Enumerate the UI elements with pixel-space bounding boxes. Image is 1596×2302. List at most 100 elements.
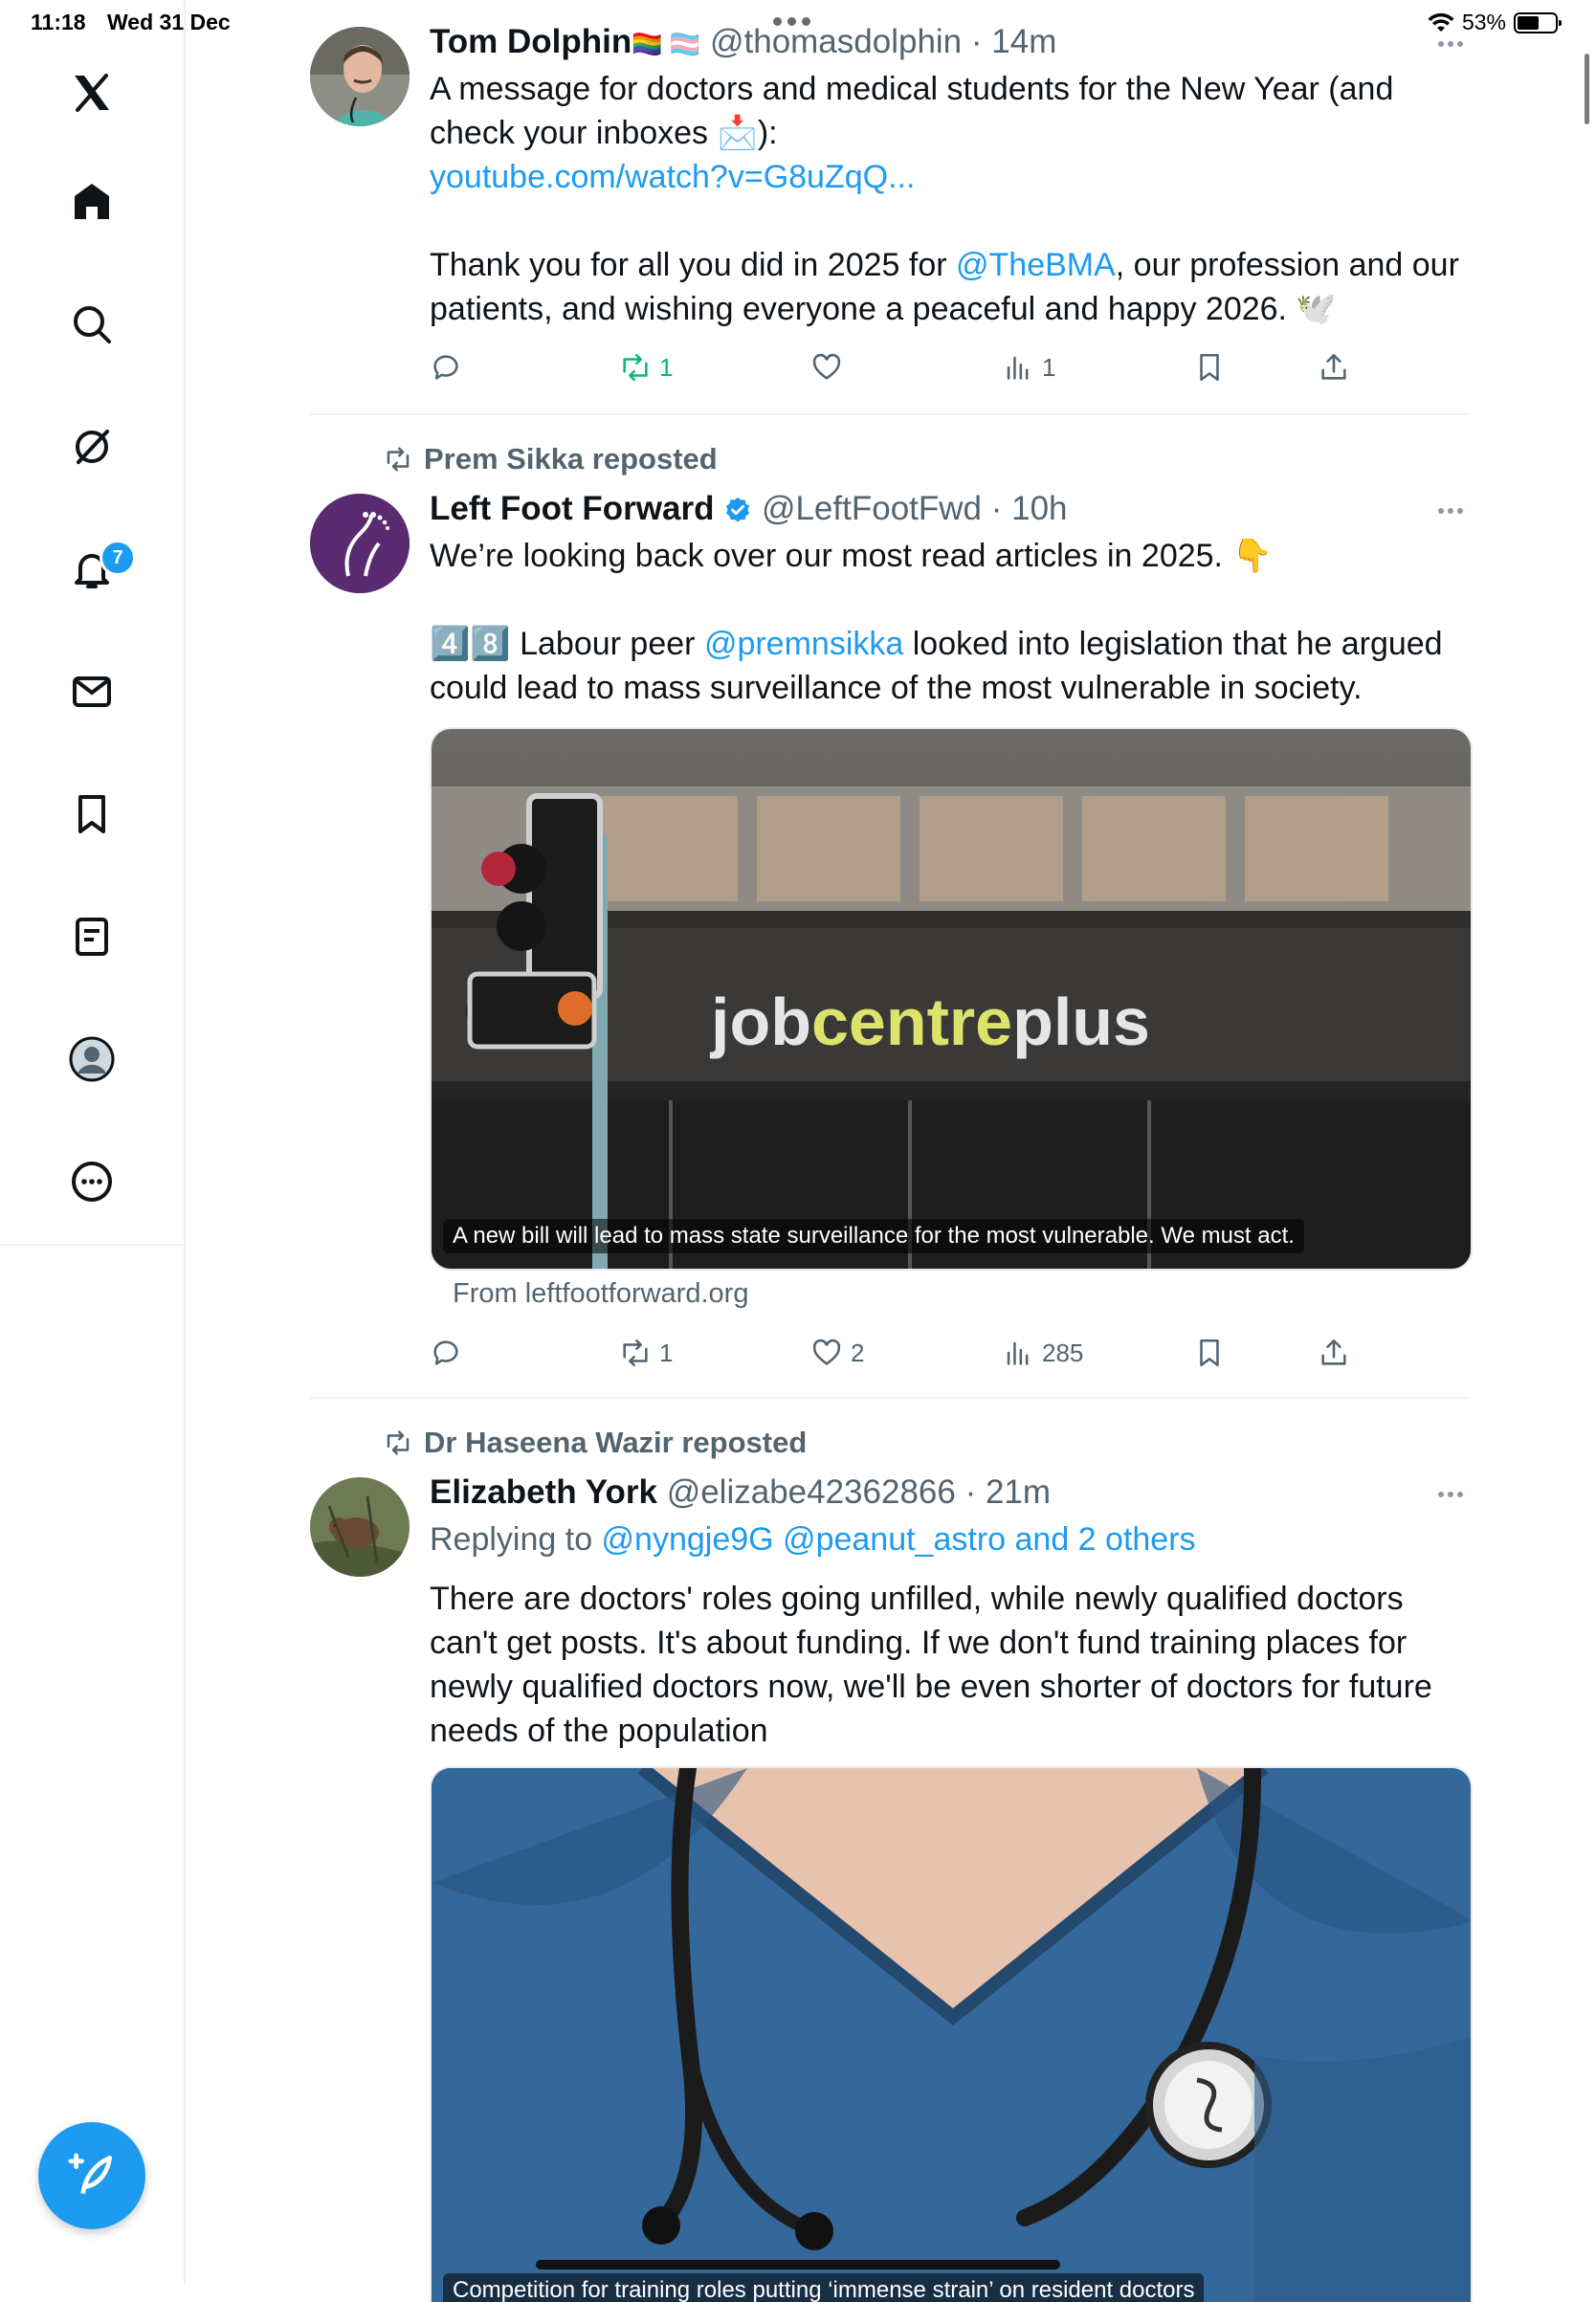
- author-handle[interactable]: @thomasdolphin: [710, 23, 962, 60]
- share-button[interactable]: [1318, 1332, 1350, 1374]
- heart-icon: [812, 1339, 841, 1365]
- author-handle[interactable]: @LeftFootFwd: [762, 490, 982, 527]
- share-button[interactable]: [1318, 346, 1350, 388]
- name-emoji: 🏳️‍🌈 🏳️‍⚧️: [632, 30, 701, 58]
- tweet-text: We’re looking back over our most read ar…: [430, 538, 1273, 574]
- avatar[interactable]: [310, 1477, 410, 1577]
- tweet-text-2-pre: 4️⃣8️⃣ Labour peer: [430, 626, 704, 662]
- link-card-source[interactable]: From leftfootforward.org: [453, 1278, 748, 1310]
- tweet-actions: 1 2 285: [430, 1332, 1473, 1374]
- card-sign-text: jobcentreplus: [709, 985, 1150, 1059]
- avatar[interactable]: [310, 494, 410, 593]
- link-card-caption: Competition for training roles putting ‘…: [443, 2273, 1205, 2302]
- share-icon: [1321, 353, 1346, 380]
- view-count: 285: [1042, 1338, 1084, 1367]
- link-card-image: jobcentreplus: [432, 729, 1471, 1269]
- x-logo-icon[interactable]: [58, 59, 125, 126]
- mail-icon[interactable]: [58, 658, 125, 725]
- replying-to-prefix: Replying to: [430, 1521, 602, 1558]
- reply-button[interactable]: [430, 346, 470, 388]
- views-chart-icon: [1007, 1341, 1029, 1365]
- link-card[interactable]: jobcentreplus A new bill will lead to ma…: [430, 727, 1473, 1271]
- scrollbar-thumb[interactable]: [1585, 54, 1589, 124]
- share-icon: [1321, 1339, 1346, 1365]
- home-indicator[interactable]: [536, 2260, 1060, 2269]
- tweet-text-2: 4️⃣8️⃣ Labour peer @premnsikka looked in…: [430, 622, 1473, 710]
- author-name[interactable]: Elizabeth York: [430, 1473, 657, 1511]
- link-card-caption: A new bill will lead to mass state surve…: [443, 1219, 1304, 1253]
- repost-button[interactable]: 1: [619, 1332, 673, 1374]
- views-button[interactable]: 285: [1002, 1332, 1083, 1374]
- tweet-divider: [310, 413, 1470, 415]
- reply-icon: [433, 1340, 458, 1365]
- author-name[interactable]: Tom Dolphin: [430, 23, 632, 60]
- reposted-by[interactable]: Prem Sikka reposted: [424, 442, 718, 476]
- repost-small-icon: [387, 447, 410, 472]
- tweet-time[interactable]: 10h: [1011, 490, 1067, 527]
- tweet-body: Elizabeth York @elizabe42362866 · 21m Re…: [430, 1472, 1473, 1753]
- search-icon[interactable]: [58, 291, 125, 358]
- notification-count-badge: 7: [100, 540, 136, 576]
- tweet-actions: 1 1: [430, 346, 1473, 388]
- repost-small-icon: [387, 1430, 410, 1455]
- author-handle[interactable]: @elizabe42362866: [667, 1473, 956, 1511]
- tweet-time[interactable]: 14m: [991, 23, 1056, 60]
- bookmark-icon[interactable]: [58, 781, 125, 848]
- repost-count: 1: [659, 1338, 674, 1367]
- mention-link[interactable]: @premnsikka: [704, 626, 903, 662]
- tweet-more-button[interactable]: [1431, 34, 1470, 54]
- tweet-divider: [310, 1397, 1470, 1399]
- tweet-more-button[interactable]: [1431, 1485, 1470, 1504]
- compose-feather-icon: [68, 2153, 112, 2195]
- battery-icon: [1514, 11, 1562, 33]
- repost-indicator: Dr Haseena Wazir reposted: [382, 1426, 807, 1460]
- tweet-text-2: Thank you for all you did in 2025 for @T…: [430, 243, 1473, 331]
- tweet-link[interactable]: youtube.com/watch?v=G8uZqQ...: [430, 155, 1473, 199]
- link-card-image: [432, 1768, 1471, 2302]
- verified-badge-icon: [726, 497, 750, 522]
- repost-indicator: Prem Sikka reposted: [382, 442, 718, 476]
- author-name[interactable]: Left Foot Forward: [430, 490, 714, 527]
- tweet-time[interactable]: 21m: [986, 1473, 1051, 1511]
- mention-link[interactable]: @TheBMA: [956, 247, 1116, 283]
- avatar[interactable]: [310, 27, 410, 126]
- compose-post-button[interactable]: [38, 2122, 145, 2229]
- reply-icon: [433, 355, 458, 380]
- repost-button[interactable]: 1: [619, 346, 673, 388]
- tweet-text-2-pre: Thank you for all you did in 2025 for: [430, 247, 956, 283]
- more-options-icon[interactable]: [58, 1148, 125, 1215]
- tweet-header: Elizabeth York @elizabe42362866 · 21m: [430, 1473, 1052, 1511]
- link-card[interactable]: Competition for training roles putting ‘…: [430, 1766, 1473, 2302]
- like-count: 2: [851, 1338, 865, 1367]
- repost-count: 1: [659, 352, 674, 382]
- tweet-header: Left Foot Forward @LeftFootFwd · 10h: [430, 490, 1068, 527]
- tweet-text: There are doctors' roles going unfilled,…: [430, 1581, 1432, 1749]
- tweet-text: A message for doctors and medical studen…: [430, 71, 1394, 151]
- heart-icon: [812, 353, 841, 380]
- reposted-by[interactable]: Dr Haseena Wazir reposted: [424, 1426, 807, 1460]
- view-count: 1: [1042, 352, 1056, 382]
- bookmark-button[interactable]: [1193, 1332, 1226, 1374]
- like-button[interactable]: 2: [810, 1332, 864, 1374]
- sidebar-divider: [0, 1244, 184, 1246]
- lists-icon[interactable]: [58, 903, 125, 970]
- repost-icon: [623, 353, 648, 382]
- views-chart-icon: [1007, 356, 1029, 380]
- bookmark-button[interactable]: [1193, 346, 1226, 388]
- tweet-body: Left Foot Forward @LeftFootFwd · 10h We’…: [430, 488, 1473, 710]
- home-icon[interactable]: [58, 168, 125, 235]
- sidebar: 7: [0, 0, 186, 2285]
- reply-button[interactable]: [430, 1332, 470, 1374]
- repost-icon: [623, 1339, 648, 1367]
- replying-to-line: Replying to @nyngje9G @peanut_astro and …: [430, 1517, 1473, 1561]
- views-button[interactable]: 1: [1002, 346, 1055, 388]
- tweet-header: Tom Dolphin🏳️‍🌈 🏳️‍⚧️ @thomasdolphin · 1…: [430, 23, 1057, 60]
- grok-icon[interactable]: [58, 413, 125, 480]
- replying-to-mentions[interactable]: @nyngje9G @peanut_astro and 2 others: [602, 1521, 1196, 1558]
- tweet-body: Tom Dolphin🏳️‍🌈 🏳️‍⚧️ @thomasdolphin · 1…: [430, 21, 1473, 331]
- bookmark-icon: [1200, 353, 1219, 382]
- profile-avatar-icon[interactable]: [58, 1026, 125, 1093]
- like-button[interactable]: [810, 346, 851, 388]
- tweet-more-button[interactable]: [1431, 501, 1470, 520]
- bookmark-icon: [1200, 1339, 1219, 1367]
